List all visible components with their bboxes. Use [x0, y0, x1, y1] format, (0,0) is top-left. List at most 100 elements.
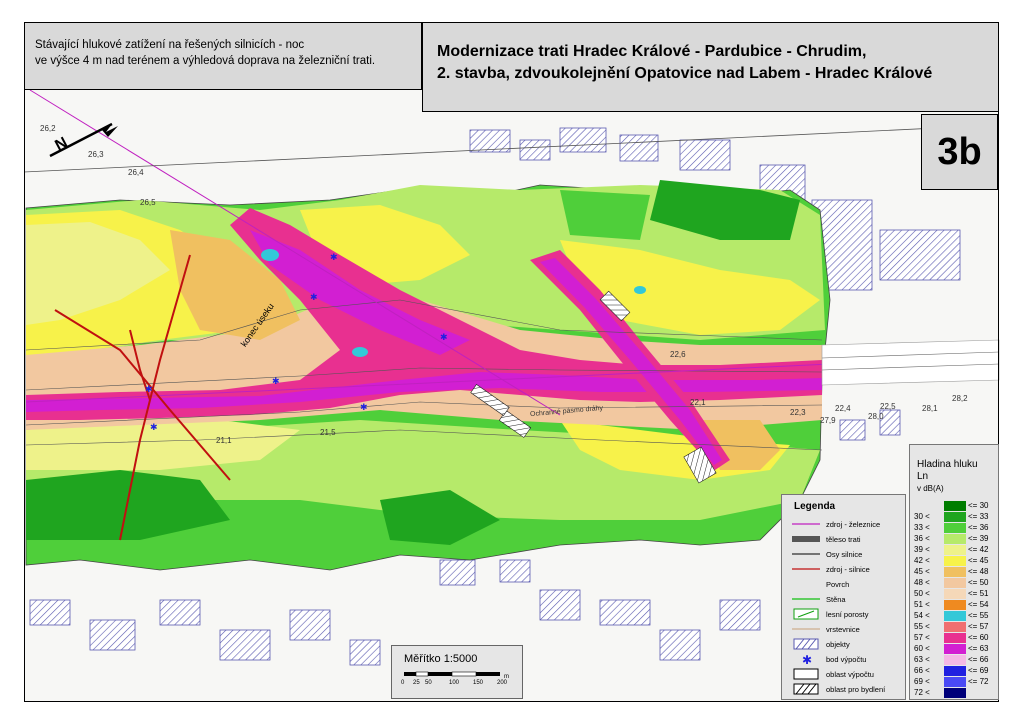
legend-item-label: lesní porosty [826, 609, 869, 619]
legend-item: zdroj - silnice [788, 562, 906, 576]
noise-class-swatch [944, 500, 966, 511]
noise-class-lower: 45 < [914, 567, 930, 576]
title-left-box: Stávající hlukové zatížení na řešených s… [24, 22, 422, 90]
elevation-label: 28,0 [868, 412, 884, 421]
noise-class-row: 54 < <= 55 [914, 610, 1000, 621]
legend-item: Povrch [788, 577, 906, 591]
noise-class-lower: 54 < [914, 611, 930, 620]
title-left-line2: ve výšce 4 m nad terénem a výhledová dop… [35, 55, 376, 67]
noise-class-lower: 66 < [914, 666, 930, 675]
noise-class-swatch [944, 643, 966, 654]
noise-class-upper: <= 36 [968, 523, 989, 532]
noise-class-upper: <= 30 [968, 501, 989, 510]
noise-class-row: 69 < <= 72 [914, 676, 1000, 687]
noise-class-lower: 60 < [914, 644, 930, 653]
noise-class-lower: 57 < [914, 633, 930, 642]
noise-class-upper: <= 50 [968, 578, 989, 587]
legend-item: Osy silnice [788, 547, 906, 561]
elevation-label: 26,5 [140, 198, 156, 207]
elevation-label: 22,6 [670, 350, 686, 359]
noise-class-upper: <= 54 [968, 600, 989, 609]
noise-class-upper: <= 33 [968, 512, 989, 521]
scale-title: Měřítko 1:5000 [404, 653, 478, 665]
scale-tick-label: 100 [449, 680, 460, 686]
noise-class-upper: <= 55 [968, 611, 989, 620]
noise-class-swatch [944, 610, 966, 621]
legend-title: Legenda [794, 501, 836, 512]
title-left-line1: Stávající hlukové zatížení na řešených s… [35, 39, 305, 51]
legend-item: zdroj - železnice [788, 517, 906, 531]
noise-legend-box: Hladina hluku Ln v dB(A) <= 30 30 < <= 33 3… [909, 444, 999, 700]
elevation-label: 28,2 [952, 394, 968, 403]
noise-class-upper: <= 51 [968, 589, 989, 598]
scale-tick-label: 150 [473, 680, 484, 686]
noise-class-row: 57 < <= 60 [914, 632, 1000, 643]
noise-class-upper: <= 45 [968, 556, 989, 565]
noise-class-row: 55 < <= 57 [914, 621, 1000, 632]
noise-class-lower: 51 < [914, 600, 930, 609]
legend-box: Legenda zdroj - železnice těleso trati Osy… [781, 494, 906, 700]
scale-tick-label: 50 [425, 680, 432, 686]
elevation-label: 22,4 [835, 404, 851, 413]
legend-item: ✱ bod výpočtu [788, 652, 906, 667]
elevation-label: 22,3 [790, 408, 806, 417]
noise-class-row: 63 < <= 66 [914, 654, 1000, 665]
noise-class-row: 36 < <= 39 [914, 533, 1000, 544]
scale-tick-label: 200 [497, 680, 508, 686]
sheet-number: 3b [921, 114, 998, 190]
noise-class-row: <= 30 [914, 500, 1000, 511]
noise-class-swatch [944, 654, 966, 665]
noise-class-row: 60 < <= 63 [914, 643, 1000, 654]
noise-class-swatch [944, 665, 966, 676]
noise-class-lower: 42 < [914, 556, 930, 565]
legend-item-label: vrstevnice [826, 624, 860, 634]
svg-text:✱: ✱ [330, 252, 338, 262]
bar-gray-icon [788, 533, 824, 545]
noise-title-line1: Hladina hluku [917, 459, 978, 470]
legend-item-label: Povrch [826, 579, 850, 589]
noise-class-lower: 63 < [914, 655, 930, 664]
noise-class-swatch [944, 599, 966, 610]
noise-class-swatch [944, 621, 966, 632]
scale-bar: 0 25 50 100 150 200m [401, 671, 509, 686]
noise-class-swatch [944, 588, 966, 599]
legend-item: vrstevnice [788, 622, 906, 636]
elevation-label: 28,1 [922, 404, 938, 413]
noise-class-swatch [944, 544, 966, 555]
noise-class-upper: <= 48 [968, 567, 989, 576]
legend-item-label: Stěna [826, 594, 846, 604]
legend-item: lesní porosty [788, 607, 906, 621]
noise-class-swatch [944, 522, 966, 533]
box-hatch-black-icon [788, 683, 824, 695]
legend-item-label: Osy silnice [826, 549, 863, 559]
noise-unit: v dB(A) [917, 484, 944, 493]
elevation-label: 22,1 [690, 398, 706, 407]
svg-text:✱: ✱ [145, 384, 153, 394]
title-right-line2: 2. stavba, zdvoukolejnění Opatovice nad … [437, 65, 933, 82]
legend-item: objekty [788, 637, 906, 651]
line-red-icon [788, 563, 824, 575]
legend-item-label: zdroj - silnice [826, 564, 870, 574]
noise-class-lower: 36 < [914, 534, 930, 543]
box-forest-icon [788, 608, 824, 620]
noise-class-lower: 55 < [914, 622, 930, 631]
noise-class-lower: 72 < [914, 688, 930, 697]
elevation-label: 26,2 [40, 124, 56, 133]
legend-item-label: zdroj - železnice [826, 519, 881, 529]
title-right-line1: Modernizace trati Hradec Králové - Pardu… [437, 43, 867, 60]
noise-class-row: 50 < <= 51 [914, 588, 1000, 599]
noise-class-lower: 33 < [914, 523, 930, 532]
noise-class-row: 42 < <= 45 [914, 555, 1000, 566]
legend-item: Stěna [788, 592, 906, 606]
legend-item-label: bod výpočtu [826, 654, 867, 664]
elevation-label: 26,4 [128, 168, 144, 177]
elevation-label: 21,1 [216, 436, 232, 445]
legend-item: oblast pro bydlení [788, 682, 906, 696]
noise-class-upper: <= 57 [968, 622, 989, 631]
noise-class-upper: <= 72 [968, 677, 989, 686]
svg-text:✱: ✱ [310, 292, 318, 302]
noise-class-row: 45 < <= 48 [914, 566, 1000, 577]
noise-class-upper: <= 39 [968, 534, 989, 543]
noise-class-row: 66 < <= 69 [914, 665, 1000, 676]
noise-class-swatch [944, 511, 966, 522]
